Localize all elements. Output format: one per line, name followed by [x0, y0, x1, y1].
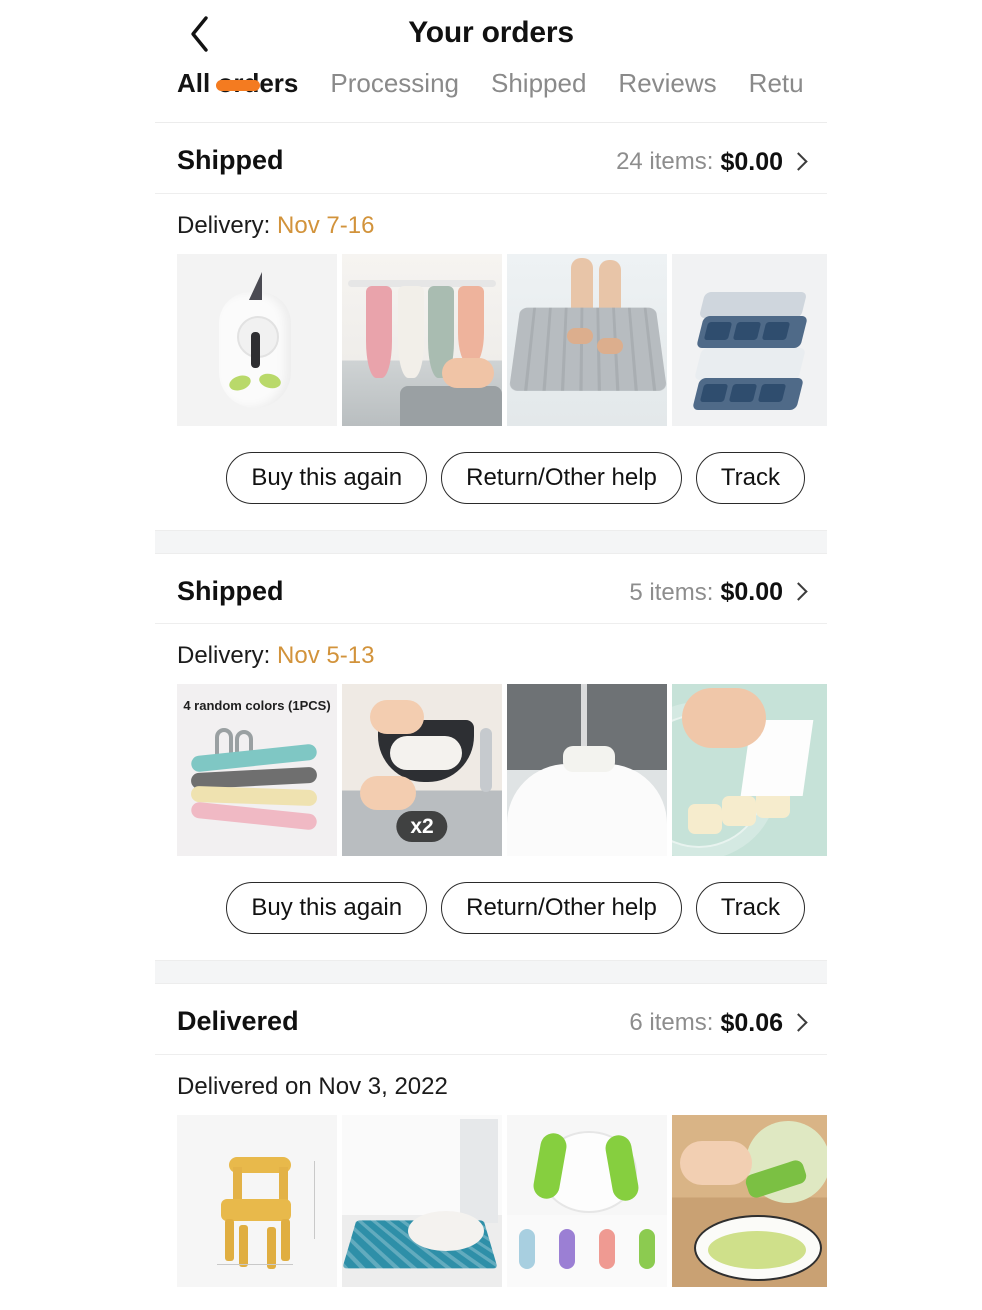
chevron-left-icon	[188, 15, 210, 53]
product-image	[177, 1115, 337, 1287]
thumbnail-rice-washer[interactable]: x2	[342, 684, 502, 856]
order-total-price: $0.00	[720, 578, 783, 607]
order-actions: Buy this again Return/Other help Track	[155, 426, 827, 530]
chevron-right-icon	[789, 152, 807, 170]
order-total-price: $0.00	[720, 148, 783, 177]
tab-label: Reviews	[618, 68, 716, 98]
product-image	[507, 1115, 667, 1287]
order-summary[interactable]: 5 items: $0.00	[629, 578, 805, 607]
thumbnail-hangers[interactable]: 4 random colors (1PCS)	[177, 684, 337, 856]
delivery-label: Delivery:	[177, 212, 270, 239]
order-card: Shipped24 items:$0.00Delivery: Nov 7-16P…	[155, 123, 827, 530]
section-divider	[155, 530, 827, 554]
top-bar: Your orders	[155, 0, 827, 66]
order-header[interactable]: Delivered 6 items: $0.06	[155, 984, 827, 1055]
chevron-right-icon	[789, 582, 807, 600]
order-summary[interactable]: 24 items: $0.00	[616, 148, 805, 177]
order-summary[interactable]: 6 items: $0.06	[629, 1009, 805, 1038]
back-button[interactable]	[177, 12, 221, 56]
order-item-count: 24 items:	[616, 148, 713, 176]
orders-screen: Your orders All orders Processing Shipped R…	[0, 0, 982, 1310]
order-actions: Return/Other helpLeave a reviewTrack	[155, 1287, 827, 1310]
tab-retu[interactable]: Retu	[749, 66, 804, 99]
order-item-count: 5 items:	[629, 579, 713, 607]
order-status: Shipped	[177, 576, 284, 607]
active-tab-indicator	[216, 80, 260, 91]
thumbnail-soap-dish[interactable]	[507, 684, 667, 856]
product-thumbnail-row[interactable]: PER	[155, 254, 827, 426]
delivery-info: Delivered on Nov 3, 2022	[155, 1055, 827, 1115]
order-status: Delivered	[177, 1006, 299, 1037]
thumbnail-toilet-seat-cover[interactable]	[507, 1115, 667, 1287]
delivery-info: Delivery: Nov 7-16	[155, 194, 827, 254]
product-image	[507, 684, 667, 856]
chevron-right-icon	[789, 1013, 807, 1031]
product-thumbnail-row[interactable]: 4 random colors (1PCS) x2	[155, 684, 827, 856]
tab-bar: All orders Processing Shipped Reviews Retu	[155, 66, 827, 123]
track-button[interactable]: Track	[696, 882, 805, 934]
tab-label: Shipped	[491, 68, 586, 98]
thumbnail-ice-cube-trays[interactable]	[672, 254, 827, 426]
product-image	[342, 1115, 502, 1287]
order-card: Shipped 5 items: $0.00 Delivery: Nov 5-13 4 …	[155, 554, 827, 961]
product-image	[672, 1115, 827, 1287]
order-total-price: $0.06	[720, 1009, 783, 1038]
order-item-count: 6 items:	[629, 1009, 713, 1037]
return-other-help-button[interactable]: Return/Other help	[441, 452, 682, 504]
tab-label: Retu	[749, 68, 804, 98]
thumbnail-caption: 4 random colors (1PCS)	[177, 698, 337, 713]
order-actions: Buy this again Return/Other help Track	[155, 856, 827, 960]
order-header[interactable]: Shipped 5 items: $0.00	[155, 554, 827, 625]
order-header[interactable]: Shipped 24 items: $0.00	[155, 123, 827, 194]
product-thumbnail-row[interactable]	[155, 1115, 827, 1287]
delivery-date: Nov 7-16	[277, 212, 374, 239]
return-other-help-button[interactable]: Return/Other help	[441, 882, 682, 934]
quantity-badge: x2	[396, 811, 447, 842]
buy-this-again-button[interactable]: Buy this again	[226, 882, 427, 934]
tab-shipped[interactable]: Shipped	[491, 66, 586, 99]
track-button[interactable]: Track	[696, 452, 805, 504]
orders-list: Shipped24 items:$0.00Delivery: Nov 7-16P…	[155, 123, 827, 1310]
page-title: Your orders	[155, 16, 827, 50]
delivery-date: Nov 5-13	[277, 642, 374, 669]
delivery-info: Delivery: Nov 5-13	[155, 624, 827, 684]
tab-all-orders[interactable]: All orders	[177, 66, 298, 99]
thumbnail-bag-opener[interactable]	[177, 254, 337, 426]
product-image	[342, 254, 502, 426]
order-status: Shipped	[177, 145, 284, 176]
product-image	[672, 684, 827, 856]
delivery-label: Delivered on Nov 3, 2022	[177, 1073, 448, 1100]
order-card: Delivered 6 items: $0.06 Delivered on Nov 3…	[155, 984, 827, 1310]
product-image	[507, 254, 667, 426]
thumbnail-mini-chair[interactable]	[177, 1115, 337, 1287]
thumbnail-pastry-mat[interactable]	[672, 684, 827, 856]
thumbnail-bath-mat[interactable]	[507, 254, 667, 426]
thumbnail-hanging-towels[interactable]	[342, 254, 502, 426]
thumbnail-vegetable-shredder[interactable]	[672, 1115, 827, 1287]
thumbnail-teal-floor-mat[interactable]	[342, 1115, 502, 1287]
section-divider	[155, 960, 827, 984]
tab-label: Processing	[330, 68, 459, 98]
buy-this-again-button[interactable]: Buy this again	[226, 452, 427, 504]
product-image	[177, 254, 337, 426]
delivery-label: Delivery:	[177, 642, 270, 669]
content-column: Your orders All orders Processing Shipped R…	[155, 0, 827, 1310]
tab-reviews[interactable]: Reviews	[618, 66, 716, 99]
product-image	[672, 254, 827, 426]
tab-processing[interactable]: Processing	[330, 66, 459, 99]
